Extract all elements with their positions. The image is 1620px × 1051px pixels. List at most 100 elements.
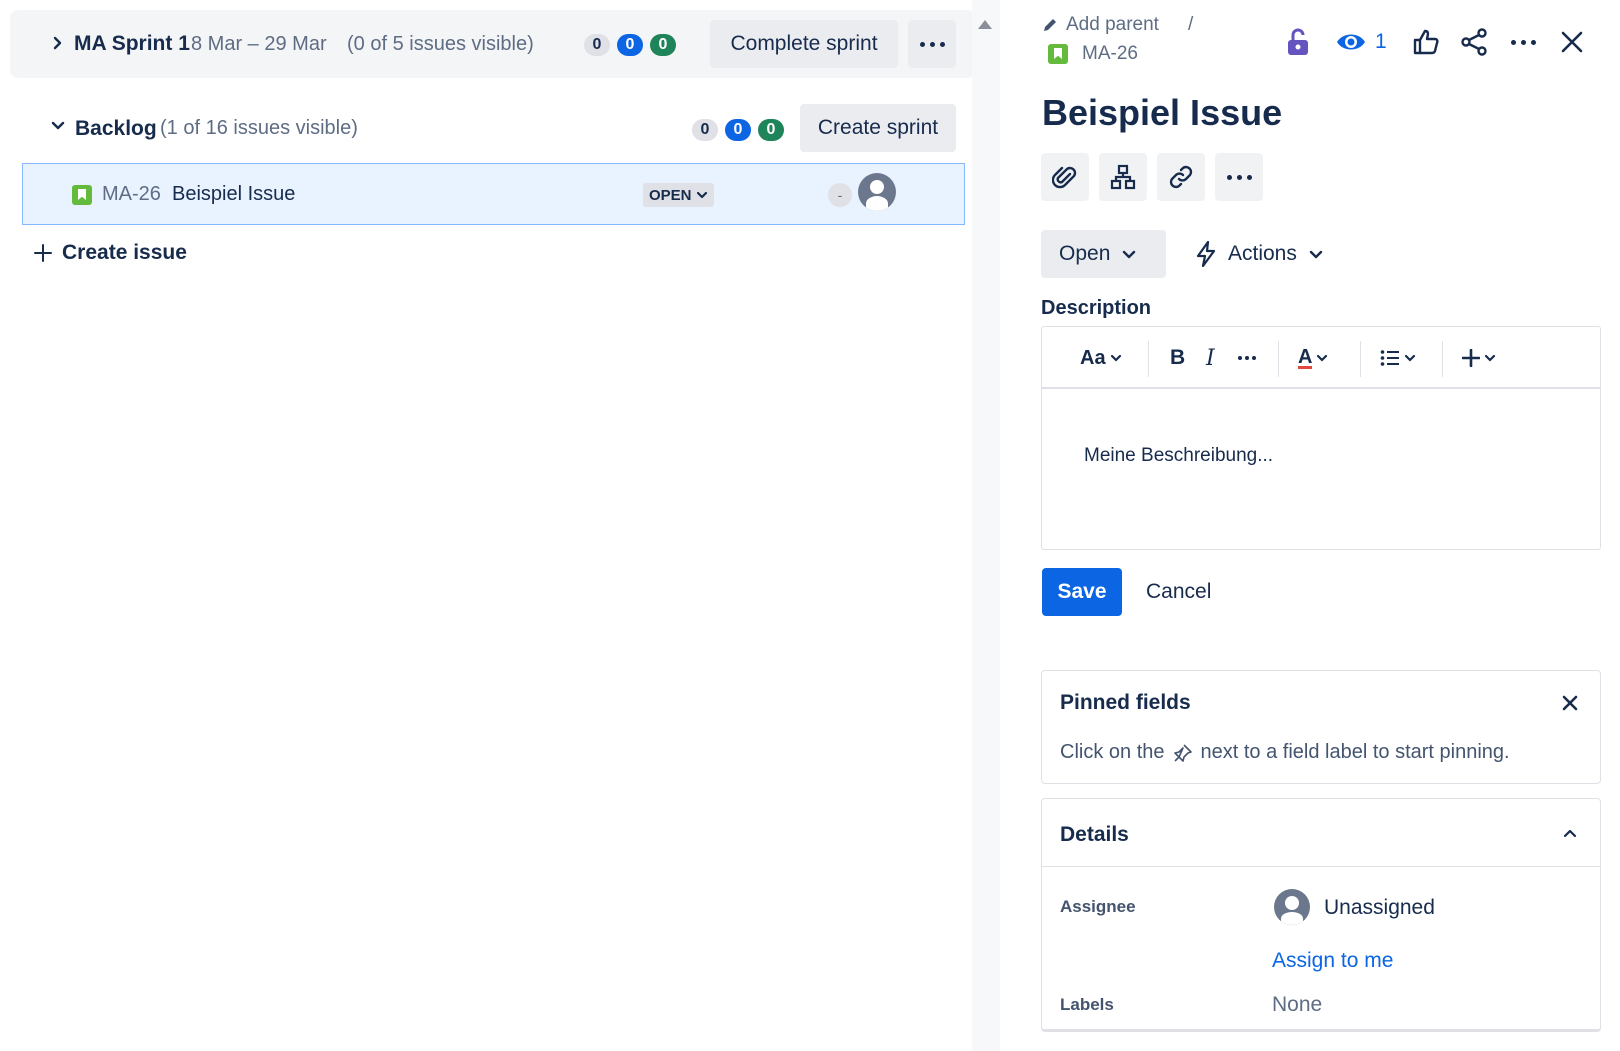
chevron-down-icon	[1404, 354, 1416, 362]
plus-icon	[34, 244, 52, 262]
list-dropdown[interactable]	[1380, 343, 1416, 373]
sprint-more-button[interactable]	[908, 20, 956, 68]
backlog-pane: MA Sprint 1 8 Mar – 29 Mar (0 of 5 issue…	[0, 0, 1000, 1051]
scroll-up-arrow-icon[interactable]	[978, 20, 992, 29]
save-button[interactable]: Save	[1042, 568, 1122, 616]
sprint-name: MA Sprint 1	[74, 32, 190, 55]
pencil-icon	[1044, 19, 1056, 31]
actions-dropdown[interactable]: Actions	[1196, 230, 1323, 278]
add-parent-button[interactable]: Add parent	[1042, 14, 1159, 36]
backlog-name: Backlog	[75, 117, 157, 140]
backlog-done-count: 0	[758, 119, 784, 141]
sprint-header[interactable]: MA Sprint 1 8 Mar – 29 Mar (0 of 5 issue…	[10, 10, 975, 78]
backlog-in-progress-count: 0	[725, 119, 751, 141]
hierarchy-icon	[1110, 164, 1136, 190]
chevron-down-icon	[1123, 250, 1136, 259]
issue-row[interactable]: MA-26 Beispiel Issue OPEN -	[22, 163, 965, 225]
attach-button[interactable]	[1041, 153, 1089, 201]
breadcrumb-issue[interactable]: MA-26	[1048, 43, 1138, 65]
sprint-dates: 8 Mar – 29 Mar	[191, 33, 327, 55]
editor-toolbar: Aa B I A	[1042, 327, 1600, 389]
cancel-button[interactable]: Cancel	[1136, 568, 1221, 616]
more-icon	[1226, 174, 1252, 180]
assignee-avatar[interactable]	[858, 173, 896, 211]
eye-icon	[1337, 34, 1365, 50]
chevron-down-icon	[696, 191, 707, 199]
chevron-down-icon	[1110, 354, 1121, 362]
close-pinned-button[interactable]	[1558, 691, 1582, 715]
description-label: Description	[1041, 297, 1152, 319]
app-root: MA Sprint 1 8 Mar – 29 Mar (0 of 5 issue…	[0, 0, 1620, 1051]
more-icon	[919, 41, 945, 47]
backlog-visibility: (1 of 16 issues visible)	[160, 117, 358, 139]
labels-label: Labels	[1060, 995, 1114, 1014]
description-text[interactable]: Meine Beschreibung...	[1084, 445, 1273, 467]
more-tools-button[interactable]	[1215, 153, 1263, 201]
pin-icon	[1173, 743, 1192, 762]
assign-to-me-link[interactable]: Assign to me	[1272, 949, 1393, 973]
child-issue-button[interactable]	[1099, 153, 1147, 201]
story-icon	[1048, 44, 1068, 64]
backlog-todo-count: 0	[692, 119, 718, 141]
story-icon	[72, 185, 92, 205]
link-issue-button[interactable]	[1157, 153, 1205, 201]
issue-summary[interactable]: Beispiel Issue	[172, 183, 295, 206]
unassigned-avatar[interactable]	[1274, 889, 1310, 925]
pinned-fields-card: Pinned fields Click on the next to a fie…	[1041, 670, 1601, 784]
bold-button[interactable]: B	[1170, 343, 1185, 373]
bullet-list-icon	[1380, 350, 1399, 366]
close-icon	[1562, 695, 1578, 711]
text-style-dropdown[interactable]: Aa	[1080, 343, 1122, 373]
chevron-down-icon[interactable]	[50, 118, 66, 134]
more-icon	[1238, 356, 1256, 360]
chevron-down-icon	[1309, 250, 1323, 259]
create-issue-button[interactable]: Create issue	[34, 241, 187, 265]
create-sprint-button[interactable]: Create sprint	[800, 104, 956, 152]
more-formatting-button[interactable]	[1238, 343, 1256, 373]
text-style-label: Aa	[1080, 346, 1106, 369]
complete-sprint-button[interactable]: Complete sprint	[710, 20, 898, 68]
text-color-dropdown[interactable]: A	[1298, 343, 1328, 373]
watchers-count: 1	[1375, 30, 1387, 53]
paperclip-icon	[1052, 166, 1077, 189]
sprint-todo-count: 0	[584, 34, 610, 56]
italic-button[interactable]: I	[1206, 343, 1215, 373]
assignee-value[interactable]: Unassigned	[1324, 896, 1435, 920]
pinned-hint-before: Click on the	[1060, 741, 1165, 763]
chevron-down-icon	[1317, 354, 1328, 362]
add-parent-label: Add parent	[1066, 14, 1159, 35]
chevron-right-icon[interactable]	[50, 35, 66, 51]
estimate-badge[interactable]: -	[828, 183, 852, 207]
pinned-fields-title: Pinned fields	[1060, 691, 1191, 714]
breadcrumb-issue-key: MA-26	[1082, 43, 1138, 64]
share-icon	[1461, 28, 1487, 56]
insert-dropdown[interactable]	[1462, 343, 1496, 373]
vote-button[interactable]	[1410, 24, 1442, 60]
actions-label: Actions	[1228, 242, 1297, 265]
status-dropdown[interactable]: Open	[1041, 230, 1166, 278]
share-button[interactable]	[1458, 24, 1490, 60]
watch-button[interactable]: 1	[1335, 24, 1387, 60]
labels-value[interactable]: None	[1272, 993, 1322, 1017]
plus-icon	[1462, 349, 1480, 367]
more-actions-button[interactable]	[1506, 24, 1540, 60]
breadcrumb-separator: /	[1188, 14, 1194, 35]
status-label: Open	[1059, 242, 1111, 265]
chevron-down-icon	[1484, 354, 1496, 362]
close-button[interactable]	[1556, 24, 1588, 60]
details-card: Details Assignee Unassigned Assign to me…	[1041, 798, 1601, 1032]
issue-status-dropdown[interactable]: OPEN	[643, 183, 714, 207]
security-lock-button[interactable]	[1283, 24, 1313, 60]
lightning-icon	[1196, 241, 1216, 267]
chevron-up-icon[interactable]	[1560, 823, 1580, 843]
details-header[interactable]: Details	[1042, 799, 1600, 867]
sprint-visibility: (0 of 5 issues visible)	[347, 33, 534, 55]
more-icon	[1510, 39, 1536, 45]
issue-title[interactable]: Beispiel Issue	[1042, 92, 1282, 134]
description-editor[interactable]: Aa B I A Meine Beschreibung...	[1041, 326, 1601, 550]
scrollbar[interactable]	[972, 0, 1000, 1051]
sprint-in-progress-count: 0	[617, 34, 643, 56]
issue-status-label: OPEN	[649, 186, 692, 204]
text-color-label: A	[1298, 345, 1313, 369]
issue-key[interactable]: MA-26	[102, 183, 161, 206]
